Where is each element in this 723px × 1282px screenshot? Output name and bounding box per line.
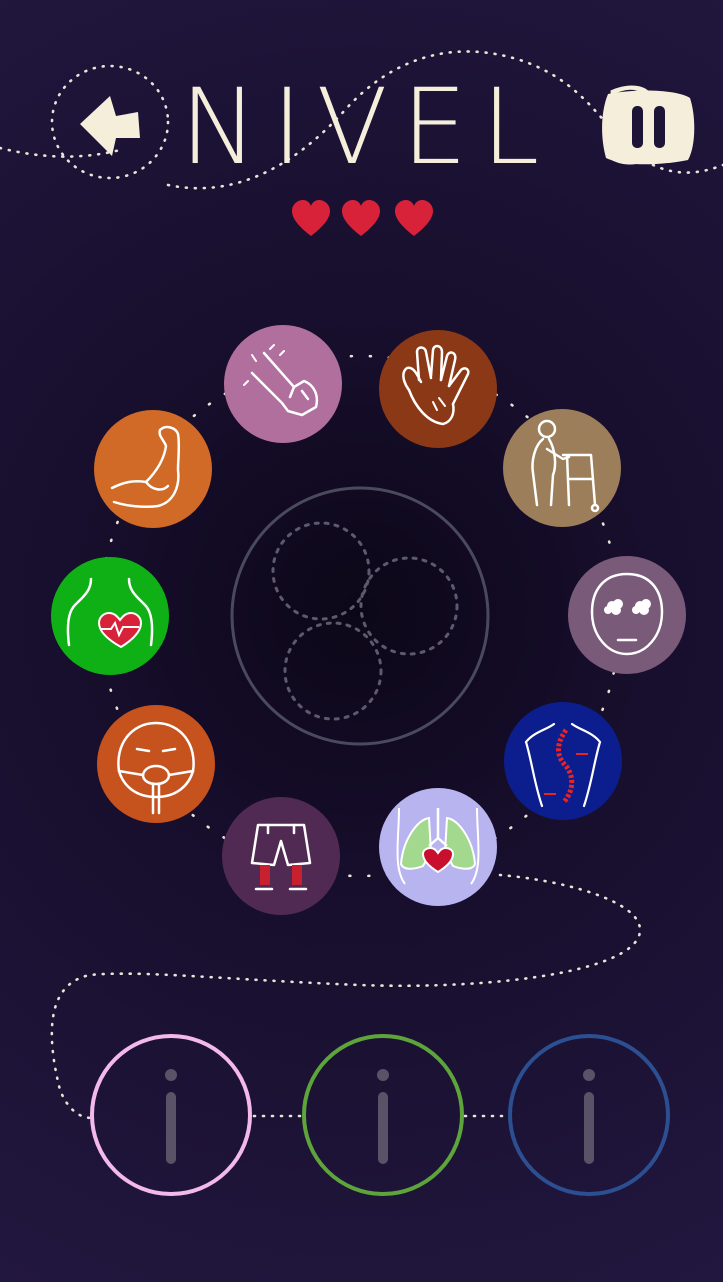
symptom-node-spine[interactable] bbox=[504, 702, 622, 820]
answer-slot-2[interactable] bbox=[302, 1034, 464, 1196]
back-button[interactable] bbox=[58, 72, 168, 182]
walker-icon bbox=[503, 409, 621, 527]
combination-hub[interactable] bbox=[229, 485, 491, 747]
info-icon bbox=[508, 1034, 670, 1196]
flexed-arm-icon bbox=[94, 410, 212, 528]
symptom-node-dizzy-face[interactable] bbox=[568, 556, 686, 674]
info-icon bbox=[302, 1034, 464, 1196]
legs-icon bbox=[222, 797, 340, 915]
heart-chest-icon bbox=[51, 557, 169, 675]
symptom-node-heart-chest[interactable] bbox=[51, 557, 169, 675]
symptom-node-lungs-heart[interactable] bbox=[379, 788, 497, 906]
heart-icon bbox=[292, 200, 330, 236]
heart-icon bbox=[395, 200, 433, 236]
pause-icon bbox=[602, 90, 695, 165]
symptom-node-tremor-arm[interactable] bbox=[224, 325, 342, 443]
answer-slot-3[interactable] bbox=[508, 1034, 670, 1196]
symptom-node-walker[interactable] bbox=[503, 409, 621, 527]
symptom-node-oxygen-mask[interactable] bbox=[97, 705, 215, 823]
dizzy-face-icon bbox=[568, 556, 686, 674]
lungs-heart-icon bbox=[379, 788, 497, 906]
info-icon bbox=[90, 1034, 252, 1196]
symptom-node-legs[interactable] bbox=[222, 797, 340, 915]
arthritic-hand-icon bbox=[379, 330, 497, 448]
symptom-node-arthritic-hand[interactable] bbox=[379, 330, 497, 448]
pause-button[interactable] bbox=[598, 86, 698, 168]
arrow-left-icon bbox=[80, 96, 140, 156]
answer-slot-1[interactable] bbox=[90, 1034, 252, 1196]
spine-icon bbox=[504, 702, 622, 820]
empty-combination-icon bbox=[230, 486, 490, 746]
oxygen-mask-icon bbox=[97, 705, 215, 823]
lives-indicator bbox=[288, 198, 438, 244]
tremor-arm-icon bbox=[224, 325, 342, 443]
page-title: NIVEL 3 bbox=[180, 66, 681, 188]
symptom-node-flexed-arm[interactable] bbox=[94, 410, 212, 528]
heart-icon bbox=[342, 200, 380, 236]
